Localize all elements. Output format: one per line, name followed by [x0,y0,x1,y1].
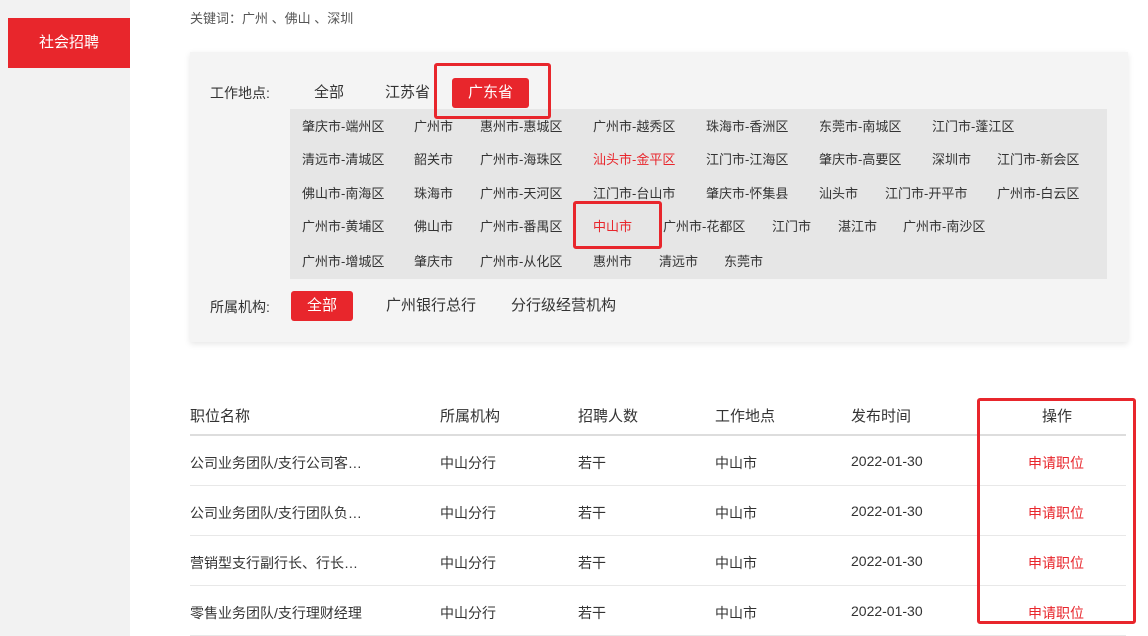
table-row: 公司业务团队/支行团队负… 中山分行 若干 中山市 2022-01-30 申请职… [190,486,1126,536]
job-table: 职位名称 所属机构 招聘人数 工作地点 发布时间 操作 公司业务团队/支行公司客… [190,392,1126,636]
apply-button[interactable]: 申请职位 [1028,553,1084,573]
job-location: 中山市 [715,455,757,471]
column-header-action: 操作 [1042,408,1073,425]
province-option-guangdong[interactable]: 广东省 [452,78,530,108]
city-option[interactable]: 汕头市-金平区 [593,150,675,170]
org-option-branch[interactable]: 分行级经营机构 [511,291,616,321]
org-filter-label: 所属机构: [210,299,270,315]
city-option[interactable]: 广州市-番禺区 [480,217,562,237]
job-date: 2022-01-30 [851,453,923,469]
apply-button[interactable]: 申请职位 [1028,603,1084,623]
city-option[interactable]: 汕头市 [819,184,858,204]
job-title[interactable]: 零售业务团队/支行理财经理 [190,603,362,623]
city-option[interactable]: 广州市-越秀区 [593,117,675,137]
job-location: 中山市 [715,555,757,571]
job-org: 中山分行 [440,605,496,621]
apply-button[interactable]: 申请职位 [1028,453,1084,473]
city-option[interactable]: 惠州市-惠城区 [480,117,562,137]
job-count: 若干 [578,505,606,521]
job-title[interactable]: 公司业务团队/支行公司客… [190,453,362,473]
city-option[interactable]: 中山市 [593,217,632,237]
sidebar-item-social-recruitment[interactable]: 社会招聘 [8,18,130,68]
column-header-org: 所属机构 [440,408,501,425]
city-option[interactable]: 广州市-南沙区 [903,217,985,237]
filter-panel: 工作地点: 全部 江苏省 广东省 肇庆市-端州区 广州市 惠州市-惠城区 广州市-越秀… [190,52,1128,342]
table-header: 职位名称 所属机构 招聘人数 工作地点 发布时间 操作 [190,392,1126,436]
city-option[interactable]: 湛江市 [838,217,877,237]
main-content: 关键词：广州 、佛山 、深圳 工作地点: 全部 江苏省 广东省 肇庆市-端州区广… [130,0,1148,636]
job-count: 若干 [578,455,606,471]
column-header-location: 工作地点 [715,408,776,425]
city-option[interactable]: 江门市-蓬江区 [932,117,1014,137]
city-option[interactable]: 清远市-清城区 [302,150,384,170]
column-header-title: 职位名称 [190,408,251,425]
keywords-line: 关键词：广州 、佛山 、深圳 [190,11,354,26]
job-count: 若干 [578,555,606,571]
job-count: 若干 [578,605,606,621]
job-org: 中山分行 [440,455,496,471]
column-header-count: 招聘人数 [578,408,639,425]
job-date: 2022-01-30 [851,603,923,619]
job-org: 中山分行 [440,555,496,571]
job-org: 中山分行 [440,505,496,521]
sidebar: 社会招聘 [0,0,130,636]
city-option[interactable]: 东莞市 [724,252,763,272]
table-row: 公司业务团队/支行公司客… 中山分行 若干 中山市 2022-01-30 申请职… [190,436,1126,486]
job-date: 2022-01-30 [851,553,923,569]
table-row: 零售业务团队/支行理财经理 中山分行 若干 中山市 2022-01-30 申请职… [190,586,1126,636]
column-header-date: 发布时间 [851,408,912,425]
city-option[interactable]: 江门市-台山市 [593,184,675,204]
city-option[interactable]: 肇庆市-怀集县 [706,184,788,204]
city-option[interactable]: 肇庆市-端州区 [302,117,384,137]
city-option[interactable]: 珠海市-香洲区 [706,117,788,137]
org-option-all[interactable]: 全部 [291,291,354,321]
city-option[interactable]: 江门市-江海区 [706,150,788,170]
city-option[interactable]: 肇庆市 [414,252,453,272]
job-title[interactable]: 营销型支行副行长、行长… [190,553,358,573]
city-option[interactable]: 江门市-开平市 [885,184,967,204]
city-option[interactable]: 深圳市 [932,150,971,170]
city-option[interactable]: 惠州市 [593,252,632,272]
city-option[interactable]: 广州市 [414,117,453,137]
province-option-jiangsu[interactable]: 江苏省 [373,78,442,108]
city-option[interactable]: 广州市-海珠区 [480,150,562,170]
city-option[interactable]: 清远市 [659,252,698,272]
city-option[interactable]: 广州市-黄埔区 [302,217,384,237]
job-location: 中山市 [715,605,757,621]
job-date: 2022-01-30 [851,503,923,519]
city-option[interactable]: 广州市-花都区 [663,217,745,237]
job-location: 中山市 [715,505,757,521]
city-option[interactable]: 肇庆市-高要区 [819,150,901,170]
city-list: 肇庆市-端州区 广州市 惠州市-惠城区 广州市-越秀区 珠海市-香洲区 东莞市-南城区 江门… [290,109,1107,279]
location-filter-label: 工作地点: [210,85,270,101]
city-option[interactable]: 江门市-新会区 [997,150,1079,170]
org-option-headquarters[interactable]: 广州银行总行 [386,291,476,321]
province-option-all[interactable]: 全部 [302,78,356,108]
city-option[interactable]: 广州市-从化区 [480,252,562,272]
city-option[interactable]: 佛山市 [414,217,453,237]
city-option[interactable]: 东莞市-南城区 [819,117,901,137]
city-option[interactable]: 佛山市-南海区 [302,184,384,204]
city-option[interactable]: 珠海市 [414,184,453,204]
table-row: 营销型支行副行长、行长… 中山分行 若干 中山市 2022-01-30 申请职位 [190,536,1126,586]
city-option[interactable]: 广州市-天河区 [480,184,562,204]
city-option[interactable]: 韶关市 [414,150,453,170]
city-option[interactable]: 广州市-增城区 [302,252,384,272]
job-title[interactable]: 公司业务团队/支行团队负… [190,503,362,523]
city-option[interactable]: 江门市 [772,217,811,237]
city-option[interactable]: 广州市-白云区 [997,184,1079,204]
apply-button[interactable]: 申请职位 [1028,503,1084,523]
